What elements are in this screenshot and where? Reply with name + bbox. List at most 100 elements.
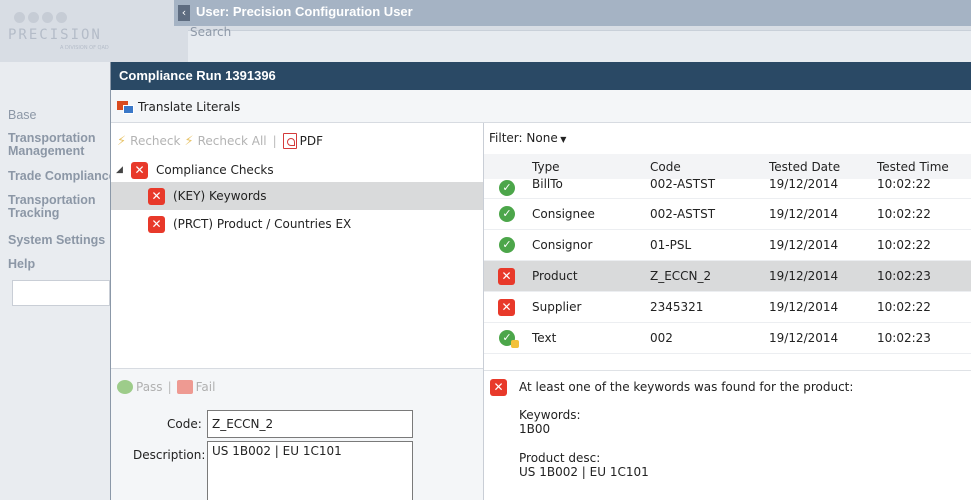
- recheck-all-button[interactable]: Recheck All: [198, 134, 267, 148]
- pass-fail-toolbar: Pass | Fail: [117, 380, 215, 394]
- filter-dropdown[interactable]: Filter: None ▼: [489, 131, 566, 145]
- dialog-toolbar: Translate Literals: [111, 90, 971, 123]
- table-row[interactable]: ✕ Supplier 2345321 19/12/2014 10:02:22: [484, 292, 971, 323]
- pass-button[interactable]: Pass: [136, 380, 163, 394]
- product-desc-value: US 1B002 | EU 1C101: [519, 465, 649, 479]
- cell-time: 10:02:23: [877, 269, 931, 283]
- fail-icon: [176, 380, 193, 394]
- code-field[interactable]: Z_ECCN_2: [207, 410, 413, 438]
- column-header-tested-time[interactable]: Tested Time: [877, 160, 949, 174]
- cell-date: 19/12/2014: [769, 238, 839, 252]
- cell-time: 10:02:22: [877, 207, 931, 221]
- cell-time: 10:02:22: [877, 300, 931, 314]
- sidebar-nav: Base Transportation Management Trade Com…: [0, 62, 116, 500]
- table-row[interactable]: ✓ Consignee 002-ASTST 19/12/2014 10:02:2…: [484, 199, 971, 230]
- table-row[interactable]: ✕ Product Z_ECCN_2 19/12/2014 10:02:23: [484, 261, 971, 292]
- cell-code: 2345321: [650, 300, 704, 314]
- tree-root[interactable]: ◢ ✕ Compliance Checks: [111, 156, 483, 184]
- cell-date: 19/12/2014: [769, 300, 839, 314]
- description-field[interactable]: US 1B002 | EU 1C101: [207, 441, 413, 500]
- window-title: User: Precision Configuration User: [196, 4, 413, 19]
- cell-code: 002: [650, 331, 673, 345]
- cell-time: 10:02:22: [877, 177, 931, 191]
- logo-dot-icon: [42, 12, 53, 23]
- window-titlebar: ‹ User: Precision Configuration User: [174, 0, 971, 26]
- tree-item-keywords[interactable]: ✕ (KEY) Keywords: [111, 182, 483, 210]
- cell-type: Consignee: [532, 207, 595, 221]
- cell-code: Z_ECCN_2: [650, 269, 712, 283]
- keywords-label: Keywords:: [519, 408, 581, 422]
- column-header-tested-date[interactable]: Tested Date: [769, 160, 840, 174]
- cell-type: Text: [532, 331, 557, 345]
- result-message: At least one of the keywords was found f…: [519, 380, 854, 394]
- compliance-tree: ◢ ✕ Compliance Checks ✕ (KEY) Keywords ✕…: [111, 156, 483, 366]
- keywords-value: 1B00: [519, 422, 551, 436]
- dialog-title: Compliance Run 1391396: [111, 62, 971, 90]
- toolbar-separator: |: [272, 134, 277, 148]
- filter-label: Filter:: [489, 131, 523, 145]
- sidebar-item-trade-compliance[interactable]: Trade Compliance: [8, 170, 116, 183]
- tree-root-label: Compliance Checks: [156, 163, 274, 177]
- table-row[interactable]: ✓ Text 002 19/12/2014 10:02:23: [484, 323, 971, 354]
- cell-date: 19/12/2014: [769, 207, 839, 221]
- column-header-type[interactable]: Type: [532, 160, 560, 174]
- fail-icon: ✕: [148, 187, 165, 205]
- recheck-all-icon: ⚡: [184, 133, 194, 149]
- cell-type: Supplier: [532, 300, 582, 314]
- search-bar[interactable]: Search: [188, 25, 971, 62]
- back-arrow-icon[interactable]: ‹: [178, 5, 190, 21]
- pass-check-icon: ✓: [499, 206, 515, 222]
- translate-literals-button[interactable]: Translate Literals: [117, 99, 240, 115]
- translate-literals-label: Translate Literals: [138, 100, 241, 114]
- cell-code: 002-ASTST: [650, 207, 716, 221]
- recheck-button[interactable]: Recheck: [130, 134, 180, 148]
- cell-time: 10:02:22: [877, 238, 931, 252]
- translate-icon: [117, 100, 135, 114]
- fail-icon: ✕: [131, 161, 148, 179]
- fail-icon: ✕: [498, 299, 515, 316]
- cell-code: 01-PSL: [650, 238, 692, 252]
- sidebar-item-transportation-management[interactable]: Transportation Management: [8, 132, 110, 158]
- search-label: Search: [190, 25, 232, 39]
- pdf-icon: [282, 133, 297, 149]
- result-message-panel: ✕ At least one of the keywords was found…: [484, 370, 971, 500]
- cell-date: 19/12/2014: [769, 331, 839, 345]
- cell-type: Consignor: [532, 238, 593, 252]
- recheck-icon: ⚡: [117, 133, 127, 149]
- pass-check-icon: ✓: [499, 180, 515, 196]
- dropdown-arrow-icon: ▼: [557, 135, 567, 144]
- pdf-button[interactable]: PDF: [282, 133, 324, 149]
- cell-date: 19/12/2014: [769, 177, 839, 191]
- description-label: Description:: [133, 448, 206, 462]
- sidebar-input[interactable]: [12, 280, 110, 306]
- sidebar-item-system-settings[interactable]: System Settings: [8, 234, 105, 247]
- code-label: Code:: [167, 417, 202, 431]
- tree-item-product-countries[interactable]: ✕ (PRCT) Product / Countries EX: [111, 210, 483, 238]
- cell-type: BillTo: [532, 177, 563, 191]
- product-desc-label: Product desc:: [519, 451, 601, 465]
- tree-item-label: (KEY) Keywords: [173, 189, 267, 203]
- fail-button[interactable]: Fail: [196, 380, 216, 394]
- fail-icon: ✕: [498, 268, 515, 285]
- cell-code: 002-ASTST: [650, 177, 716, 191]
- results-grid: Type Code Tested Date Tested Time ✓ Bill…: [484, 154, 971, 370]
- compliance-run-dialog: Compliance Run 1391396 Translate Literal…: [110, 62, 971, 500]
- logo-dot-icon: [28, 12, 39, 23]
- sidebar-item-base[interactable]: Base: [8, 109, 37, 122]
- table-row[interactable]: ✓ Consignor 01-PSL 19/12/2014 10:02:22: [484, 230, 971, 261]
- tree-item-label: (PRCT) Product / Countries EX: [173, 217, 352, 231]
- fail-icon: ✕: [490, 379, 507, 396]
- pass-check-icon: ✓: [499, 237, 515, 253]
- logo-subtext: A DIVISION OF QAD: [60, 45, 109, 51]
- cell-date: 19/12/2014: [769, 269, 839, 283]
- fail-icon: ✕: [148, 215, 165, 233]
- pdf-label: PDF: [299, 134, 324, 148]
- pass-override-icon: ✓: [499, 330, 519, 348]
- sidebar-item-help[interactable]: Help: [8, 258, 35, 271]
- toolbar-separator: |: [167, 380, 172, 394]
- column-header-code[interactable]: Code: [650, 160, 681, 174]
- sidebar-item-transportation-tracking[interactable]: Transportation Tracking: [8, 194, 110, 220]
- collapse-arrow-icon[interactable]: ◢: [116, 165, 126, 175]
- logo-wordmark: PRECISION: [8, 27, 102, 43]
- table-row[interactable]: ✓ BillTo 002-ASTST 19/12/2014 10:02:22: [484, 174, 971, 199]
